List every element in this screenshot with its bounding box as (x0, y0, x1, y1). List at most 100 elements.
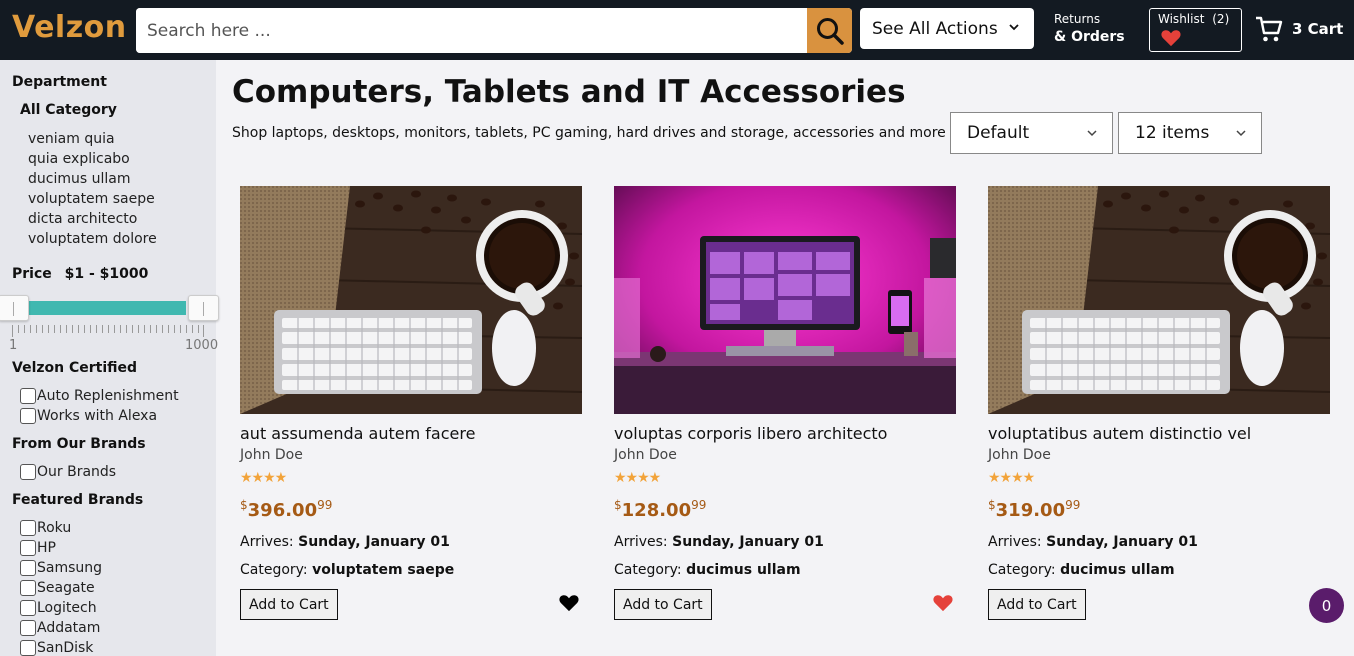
checkbox-addatam[interactable]: Addatam (20, 618, 100, 638)
page-title: Computers, Tablets and IT Accessories (232, 74, 906, 110)
product-name[interactable]: aut assumenda autem facere (240, 424, 475, 443)
featured-brands-title: Featured Brands (12, 492, 144, 508)
checkbox[interactable] (20, 640, 36, 656)
checkbox[interactable] (20, 464, 36, 480)
checkbox[interactable] (20, 520, 36, 536)
price-label: Price (12, 266, 52, 282)
cart-icon (1256, 16, 1283, 42)
star-rating: ★★★★ (614, 470, 661, 486)
checkbox[interactable] (20, 600, 36, 616)
cart-label: 3 Cart (1292, 20, 1344, 38)
orders-label: & Orders (1054, 29, 1125, 45)
category-item[interactable]: voluptatem saepe (28, 189, 157, 209)
price-fraction: 99 (691, 498, 707, 512)
price-whole: 128.00 (621, 500, 692, 521)
checkbox-sandisk[interactable]: SanDisk (20, 638, 93, 656)
price-slider-ticks (12, 325, 204, 333)
add-to-cart-button[interactable]: Add to Cart (614, 589, 712, 620)
product-image[interactable] (240, 186, 582, 414)
search-bar (136, 8, 852, 53)
category-value: ducimus ullam (1060, 562, 1175, 578)
actions-dropdown-label: See All Actions (872, 18, 998, 39)
search-button[interactable] (807, 8, 852, 53)
checkbox[interactable] (20, 560, 36, 576)
search-icon (816, 17, 844, 45)
search-input[interactable] (136, 8, 807, 53)
category-info: Category: voluptatem saepe (240, 562, 454, 578)
price-slider-min-handle[interactable] (0, 295, 29, 321)
product-name[interactable]: voluptatibus autem distinctio vel (988, 424, 1251, 443)
checkbox-works-with-alexa[interactable]: Works with Alexa (20, 406, 157, 426)
arrival-date: Sunday, January 01 (1046, 534, 1198, 550)
wishlist-button[interactable]: Wishlist (2) (1149, 8, 1242, 52)
chevron-down-icon (1236, 130, 1246, 137)
cart-button[interactable]: 3 Cart (1254, 14, 1343, 44)
checkbox-samsung[interactable]: Samsung (20, 558, 102, 578)
price-fraction: 99 (1065, 498, 1081, 512)
product-price: $319.0099 (988, 498, 1080, 521)
checkbox-label: Roku (37, 520, 72, 536)
returns-orders-link[interactable]: Returns & Orders (1054, 10, 1125, 46)
product-image[interactable] (988, 186, 1330, 414)
checkbox-roku[interactable]: Roku (20, 518, 71, 538)
checkbox-logitech[interactable]: Logitech (20, 598, 97, 618)
product-name[interactable]: voluptas corporis libero architecto (614, 424, 887, 443)
checkbox-hp[interactable]: HP (20, 538, 56, 558)
checkbox-seagate[interactable]: Seagate (20, 578, 95, 598)
add-to-cart-button[interactable]: Add to Cart (240, 589, 338, 620)
arrival-info: Arrives: Sunday, January 01 (988, 534, 1198, 550)
checkbox[interactable] (20, 620, 36, 636)
chevron-down-icon (1009, 24, 1019, 31)
price-slider-max-label: 1000 (185, 338, 219, 353)
actions-dropdown[interactable]: See All Actions (860, 8, 1034, 49)
category-item[interactable]: ducimus ullam (28, 169, 157, 189)
price-slider-range (28, 301, 186, 315)
checkbox[interactable] (20, 580, 36, 596)
star-rating: ★★★★ (240, 470, 287, 486)
price-currency: $ (240, 498, 248, 512)
checkbox-label: Addatam (37, 620, 101, 636)
pink-desktop-image (614, 186, 956, 414)
category-item[interactable]: quia explicabo (28, 149, 157, 169)
checkbox-our-brands[interactable]: Our Brands (20, 462, 116, 482)
items-per-page-select[interactable]: 12 items (1118, 112, 1262, 154)
product-card: voluptatibus autem distinctio vel John D… (988, 186, 1330, 626)
product-author: John Doe (240, 447, 303, 463)
department-title: Department (12, 74, 107, 90)
price-slider[interactable]: 1 1000 (0, 295, 219, 358)
product-card: voluptas corporis libero architecto John… (614, 186, 956, 626)
price-slider-tick-max (203, 325, 204, 337)
arrival-date: Sunday, January 01 (672, 534, 824, 550)
product-author: John Doe (614, 447, 677, 463)
chat-badge-button[interactable]: 0 (1309, 588, 1344, 623)
product-card: aut assumenda autem facere John Doe ★★★★… (240, 186, 582, 626)
sort-select[interactable]: Default (950, 112, 1113, 154)
product-author: John Doe (988, 447, 1051, 463)
heart-icon[interactable] (558, 594, 580, 612)
add-to-cart-button[interactable]: Add to Cart (988, 589, 1086, 620)
arrival-label: Arrives: (614, 534, 668, 550)
heart-icon[interactable] (932, 594, 954, 612)
logo[interactable]: Velzon (12, 10, 127, 45)
category-item[interactable]: veniam quia (28, 129, 157, 149)
price-title: Price $1 - $1000 (12, 266, 148, 282)
certified-title: Velzon Certified (12, 360, 138, 376)
category-item[interactable]: dicta architecto (28, 209, 157, 229)
price-slider-max-handle[interactable] (188, 295, 219, 321)
arrival-label: Arrives: (988, 534, 1042, 550)
star-rating: ★★★★ (988, 470, 1035, 486)
product-price: $396.0099 (240, 498, 332, 521)
price-whole: 319.00 (995, 500, 1066, 521)
checkbox[interactable] (20, 408, 36, 424)
category-item[interactable]: voluptatem dolore (28, 229, 157, 249)
checkbox-auto-replenishment[interactable]: Auto Replenishment (20, 386, 179, 406)
category-value: voluptatem saepe (312, 562, 455, 578)
checkbox-label: Our Brands (37, 464, 117, 480)
price-slider-min-label: 1 (9, 338, 18, 353)
checkbox[interactable] (20, 388, 36, 404)
checkbox-label: Works with Alexa (37, 408, 158, 424)
all-category-link[interactable]: All Category (20, 102, 117, 118)
price-whole: 396.00 (247, 500, 318, 521)
checkbox[interactable] (20, 540, 36, 556)
product-image[interactable] (614, 186, 956, 414)
